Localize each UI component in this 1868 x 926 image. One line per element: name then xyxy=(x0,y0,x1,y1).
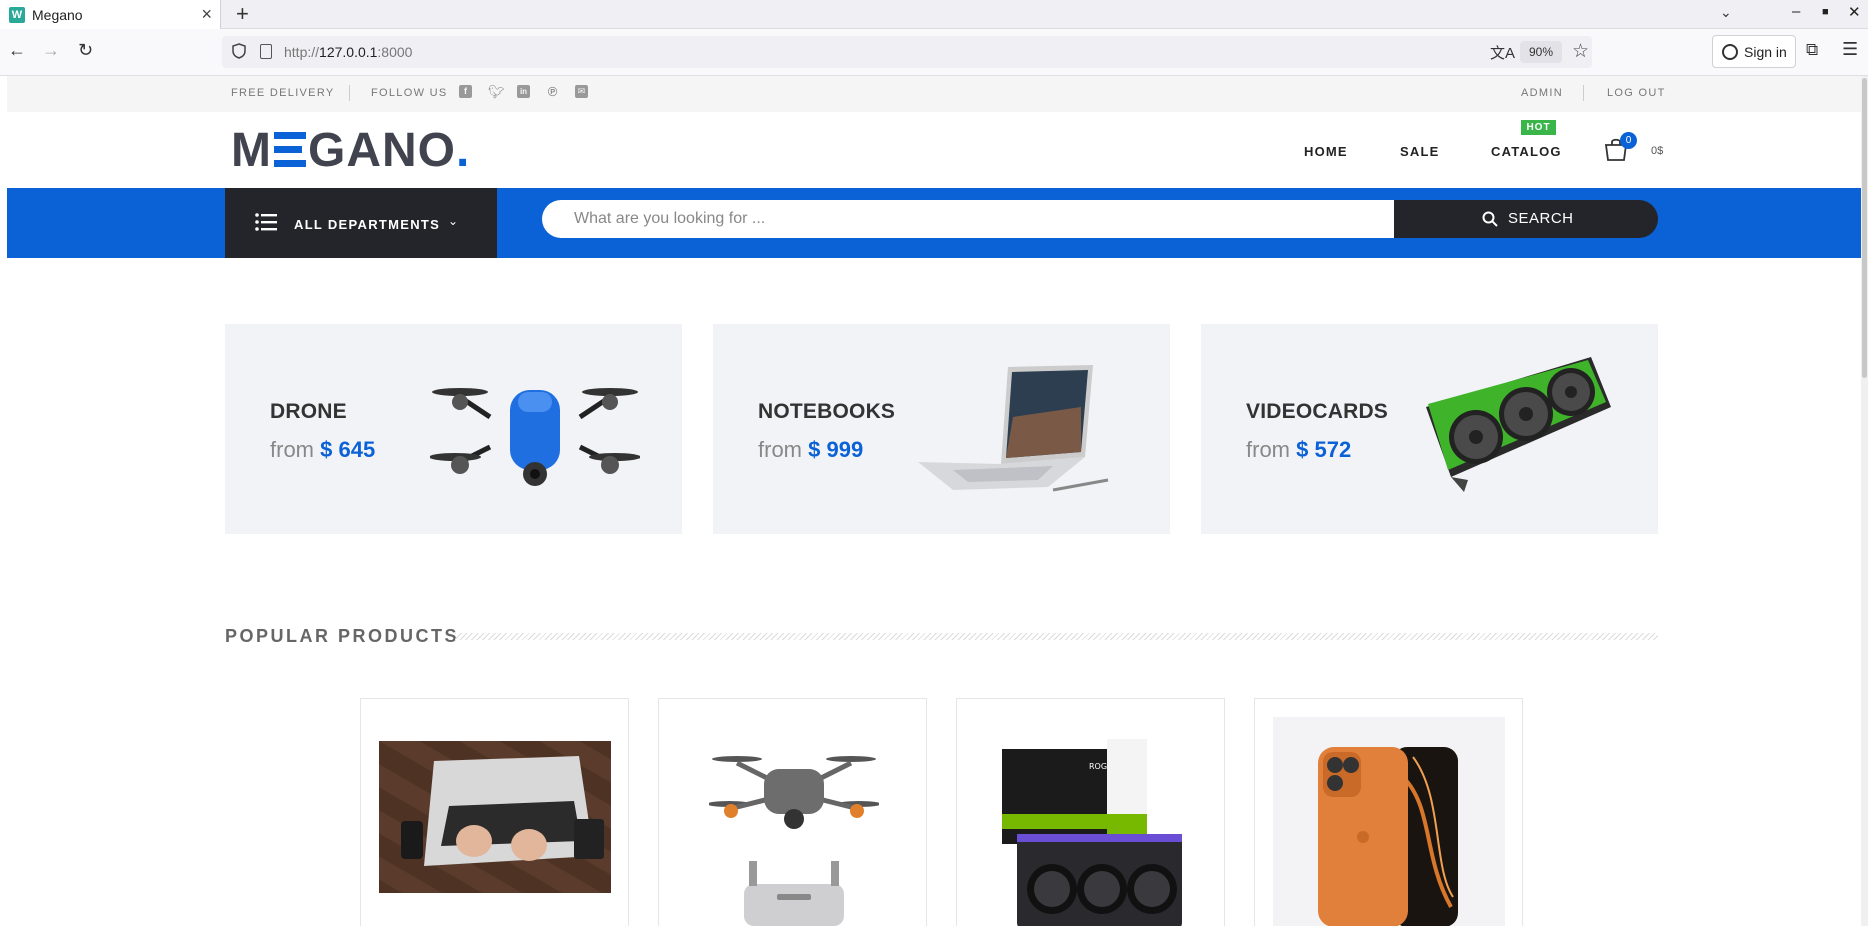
browser-toolbar: ← → ↻ http://127.0.0.1:8000 文A 90% ☆ Sig… xyxy=(0,29,1868,76)
nav-sale[interactable]: SALE xyxy=(1400,144,1439,159)
svg-text:ROG: ROG xyxy=(1089,762,1107,771)
banner-drone[interactable]: DRONE from $ 645 xyxy=(225,324,682,534)
top-info-bar: FREE DELIVERY FOLLOW US f 🐦︎ in ℗ ✉ ADMI… xyxy=(7,76,1861,112)
close-window-icon[interactable]: ✕ xyxy=(1848,3,1861,21)
page-viewport: FREE DELIVERY FOLLOW US f 🐦︎ in ℗ ✉ ADMI… xyxy=(7,76,1861,926)
list-menu-icon xyxy=(255,213,277,231)
all-departments-button[interactable]: ALL DEPARTMENTS ⌄ xyxy=(225,188,497,258)
banner-price: $ 572 xyxy=(1296,437,1352,462)
rog-astral-5090-photo: ROG xyxy=(1002,739,1182,926)
search-button[interactable]: SEARCH xyxy=(1394,200,1658,238)
section-title: POPULAR PRODUCTS xyxy=(225,626,460,646)
site-header: M GANO. HOME SALE CATALOG HOT 0 0$ xyxy=(7,112,1861,188)
zoom-level[interactable]: 90% xyxy=(1520,41,1562,63)
product-card[interactable]: ROG xyxy=(956,698,1225,926)
pinterest-icon[interactable]: ℗ xyxy=(546,85,559,98)
bookmark-star-icon[interactable]: ☆ xyxy=(1572,40,1589,63)
banner-price-line: from $ 572 xyxy=(1246,437,1352,462)
app-menu-icon[interactable]: ☰ xyxy=(1842,39,1858,60)
logout-link[interactable]: LOG OUT xyxy=(1607,87,1666,99)
banner-price-line: from $ 645 xyxy=(270,437,376,462)
back-icon[interactable]: ← xyxy=(8,40,26,61)
search-button-label: SEARCH xyxy=(1508,210,1574,227)
free-delivery-text: FREE DELIVERY xyxy=(231,87,335,99)
laptop-typing-photo xyxy=(379,741,611,893)
tab-title: Megano xyxy=(32,7,83,23)
drone-image xyxy=(430,388,640,486)
divider xyxy=(1583,85,1584,101)
chevron-down-icon: ⌄ xyxy=(448,214,459,228)
divider xyxy=(349,85,350,101)
banner-price-line: from $ 999 xyxy=(758,437,864,462)
maximize-window-icon[interactable]: ■ xyxy=(1822,6,1829,18)
scrollbar-thumb[interactable] xyxy=(1862,78,1867,378)
product-card[interactable] xyxy=(658,698,927,926)
nav-catalog[interactable]: CATALOG xyxy=(1491,144,1562,159)
url-text[interactable]: http://127.0.0.1:8000 xyxy=(284,44,412,60)
cart-total[interactable]: 0$ xyxy=(1651,145,1663,157)
twitter-icon[interactable]: 🐦︎ xyxy=(488,85,505,98)
search-input[interactable] xyxy=(542,200,1397,238)
account-icon xyxy=(1722,44,1738,60)
banner-price: $ 645 xyxy=(320,437,376,462)
banner-notebooks[interactable]: NOTEBOOKS from $ 999 xyxy=(713,324,1170,534)
banner-videocards[interactable]: VIDEOCARDS from $ 572 xyxy=(1201,324,1658,534)
minimize-window-icon[interactable]: – xyxy=(1792,3,1800,20)
site-logo[interactable]: M GANO. xyxy=(231,123,470,178)
drone-with-remote-photo xyxy=(709,756,879,926)
product-card[interactable] xyxy=(1254,698,1523,926)
follow-us-label: FOLLOW US xyxy=(371,87,448,99)
linkedin-icon[interactable]: in xyxy=(517,85,530,98)
shield-icon[interactable] xyxy=(232,43,246,59)
page-scrollbar[interactable] xyxy=(1861,76,1868,926)
site-favicon-icon: W xyxy=(9,7,25,23)
sign-in-button[interactable]: Sign in xyxy=(1712,35,1796,68)
videocard-image xyxy=(1426,357,1611,492)
section-divider xyxy=(455,633,1658,640)
search-icon xyxy=(1482,211,1498,227)
extensions-icon[interactable]: ⧉ xyxy=(1806,40,1818,60)
mail-icon[interactable]: ✉ xyxy=(575,85,588,98)
admin-link[interactable]: ADMIN xyxy=(1521,87,1563,99)
list-all-tabs-icon[interactable]: ⌄ xyxy=(1720,4,1732,21)
banner-title: VIDEOCARDS xyxy=(1246,400,1389,423)
cart-count-badge: 0 xyxy=(1620,132,1637,149)
reload-icon[interactable]: ↻ xyxy=(78,40,93,61)
banner-price: $ 999 xyxy=(808,437,864,462)
translate-icon[interactable]: 文A xyxy=(1490,42,1515,63)
close-tab-icon[interactable]: × xyxy=(201,4,212,25)
facebook-icon[interactable]: f xyxy=(459,85,472,98)
search-bar-strip: ALL DEPARTMENTS ⌄ SEARCH xyxy=(7,188,1861,258)
product-card[interactable] xyxy=(360,698,629,926)
orange-smartphone-photo xyxy=(1273,717,1505,926)
new-tab-icon[interactable]: + xyxy=(236,1,249,27)
browser-tab-strip: W Megano × + ⌄ – ■ ✕ xyxy=(0,0,1868,29)
browser-tab[interactable]: W Megano × xyxy=(0,0,221,29)
forward-icon[interactable]: → xyxy=(42,40,60,61)
all-departments-label: ALL DEPARTMENTS xyxy=(294,217,441,232)
address-bar[interactable]: http://127.0.0.1:8000 文A 90% ☆ xyxy=(222,36,1592,68)
banner-title: NOTEBOOKS xyxy=(758,400,896,423)
laptop-image xyxy=(918,365,1109,492)
hot-badge: HOT xyxy=(1521,120,1556,135)
page-info-icon[interactable] xyxy=(260,44,272,59)
banner-title: DRONE xyxy=(270,400,347,423)
logo-e-mark xyxy=(273,130,306,168)
sign-in-label: Sign in xyxy=(1744,44,1787,60)
nav-home[interactable]: HOME xyxy=(1304,144,1348,159)
